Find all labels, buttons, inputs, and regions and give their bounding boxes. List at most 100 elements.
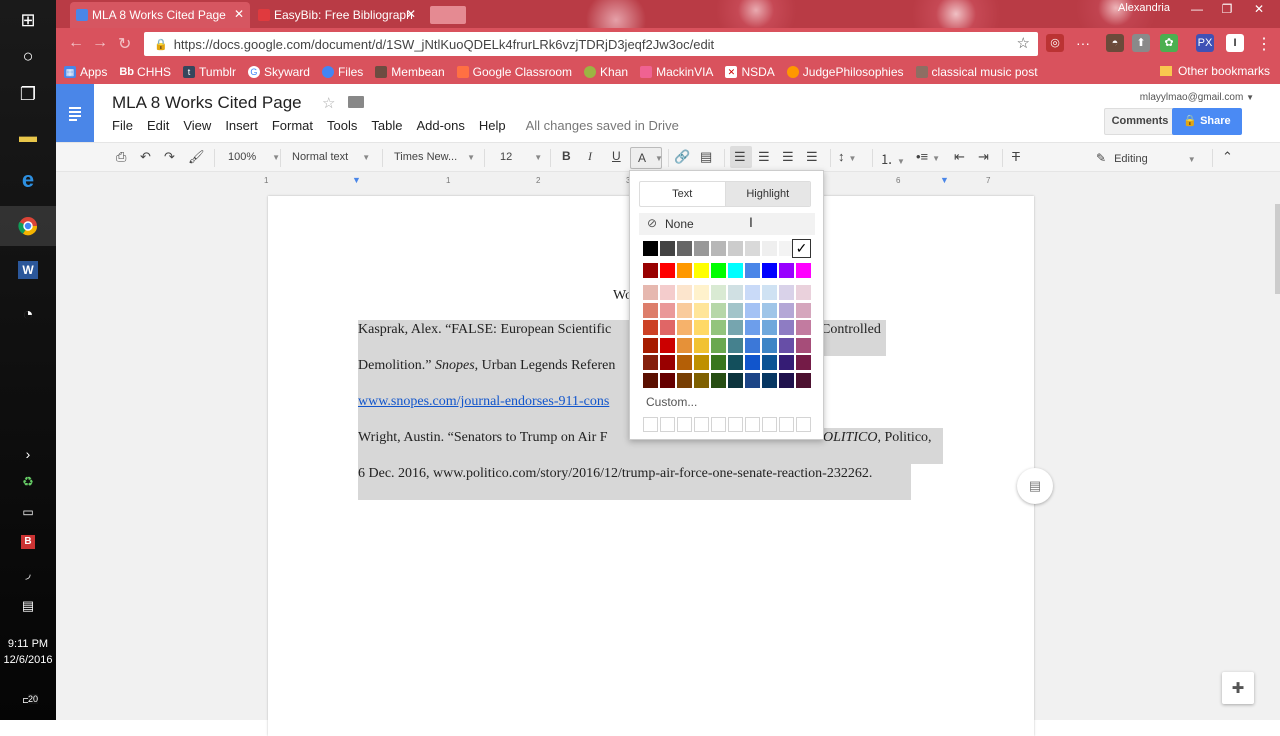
color-swatch[interactable] bbox=[779, 337, 794, 353]
new-tab-button[interactable] bbox=[430, 6, 466, 24]
bookmark-files[interactable]: Files bbox=[321, 65, 363, 79]
custom-color-slot[interactable] bbox=[711, 417, 726, 432]
forward-icon[interactable]: → bbox=[92, 34, 108, 52]
color-swatch[interactable] bbox=[728, 320, 743, 335]
none-color-option[interactable]: ⊘ None I bbox=[639, 213, 815, 235]
menu-add-ons[interactable]: Add-ons bbox=[416, 118, 464, 133]
numbered-list-icon[interactable]: ⒈ ▼ bbox=[880, 149, 905, 168]
custom-color-slot[interactable] bbox=[660, 417, 675, 432]
bulleted-list-icon[interactable]: •≡ ▼ bbox=[916, 149, 940, 164]
bookmark-apps[interactable]: ▦ Apps bbox=[64, 65, 107, 79]
color-swatch[interactable] bbox=[728, 285, 743, 300]
color-swatch[interactable] bbox=[762, 285, 777, 300]
left-indent-marker[interactable]: ▼ bbox=[352, 175, 361, 185]
share-button[interactable]: 🔒 Share bbox=[1172, 108, 1242, 135]
line-spacing-icon[interactable]: ↕ ▼ bbox=[838, 149, 856, 164]
color-swatch[interactable] bbox=[711, 285, 726, 300]
bookmark-tumblr[interactable]: t Tumblr bbox=[183, 65, 236, 79]
color-swatch[interactable] bbox=[677, 302, 692, 318]
color-swatch[interactable] bbox=[694, 302, 709, 318]
color-swatch[interactable] bbox=[762, 241, 777, 256]
taskbar-clock[interactable]: 9:11 PM 12/6/2016 bbox=[0, 636, 56, 668]
color-swatch[interactable] bbox=[711, 263, 726, 278]
color-swatch[interactable] bbox=[779, 372, 794, 388]
color-swatch[interactable] bbox=[660, 241, 675, 256]
color-swatch[interactable] bbox=[779, 355, 794, 370]
link-icon[interactable]: 🔗 bbox=[674, 149, 690, 165]
menu-edit[interactable]: Edit bbox=[147, 118, 169, 133]
tab-easybib[interactable]: EasyBib: Free Bibliograph ✕ bbox=[252, 2, 422, 28]
color-swatch[interactable] bbox=[796, 285, 811, 300]
menu-view[interactable]: View bbox=[183, 118, 211, 133]
docs-logo-icon[interactable] bbox=[56, 84, 94, 142]
decrease-indent-icon[interactable]: ⇤ bbox=[954, 149, 965, 165]
zoom-select[interactable]: 100% ▼ bbox=[228, 151, 280, 163]
color-swatch[interactable] bbox=[711, 302, 726, 318]
color-swatch[interactable] bbox=[643, 372, 658, 388]
custom-color-slot[interactable] bbox=[762, 417, 777, 432]
task-view-icon[interactable]: ❐ bbox=[0, 74, 56, 114]
color-swatch[interactable] bbox=[745, 241, 760, 256]
color-swatch[interactable] bbox=[745, 320, 760, 335]
word-icon[interactable]: W bbox=[0, 250, 56, 290]
scrollbar-thumb[interactable] bbox=[1275, 204, 1280, 294]
user-email[interactable]: mlayylmao@gmail.com ▼ bbox=[1140, 92, 1254, 103]
paint-format-icon[interactable]: 🖌 bbox=[188, 149, 205, 165]
color-swatch[interactable] bbox=[711, 241, 726, 256]
color-swatch[interactable] bbox=[643, 241, 658, 256]
color-swatch[interactable] bbox=[660, 320, 675, 335]
color-swatch[interactable] bbox=[762, 337, 777, 353]
other-bookmarks[interactable]: Other bookmarks bbox=[1159, 64, 1270, 78]
clear-formatting-icon[interactable]: T bbox=[1012, 149, 1020, 164]
notification-icon[interactable]: ▭20 bbox=[0, 680, 56, 720]
color-swatch[interactable] bbox=[745, 285, 760, 300]
bold-button[interactable]: B bbox=[562, 149, 571, 163]
menu-table[interactable]: Table bbox=[371, 118, 402, 133]
color-swatch[interactable] bbox=[728, 372, 743, 388]
more-dots-icon[interactable]: ··· bbox=[1074, 34, 1092, 52]
color-swatch[interactable] bbox=[762, 355, 777, 370]
increase-indent-icon[interactable]: ⇥ bbox=[978, 149, 989, 165]
custom-color-slot[interactable] bbox=[677, 417, 692, 432]
custom-color-slot[interactable] bbox=[643, 417, 658, 432]
custom-color-slot[interactable] bbox=[779, 417, 794, 432]
align-center-icon[interactable]: ☰ bbox=[758, 149, 770, 165]
color-swatch[interactable] bbox=[796, 372, 811, 388]
right-indent-marker[interactable]: ▼ bbox=[940, 175, 949, 185]
color-swatch[interactable] bbox=[711, 337, 726, 353]
back-icon[interactable]: ← bbox=[68, 34, 84, 52]
color-swatch[interactable] bbox=[677, 263, 692, 278]
extension-icon[interactable]: ⬆ bbox=[1132, 34, 1150, 52]
extension-icon[interactable]: ◓ bbox=[1106, 34, 1124, 52]
color-swatch[interactable] bbox=[762, 263, 777, 278]
collapse-menu-icon[interactable]: ⌃ bbox=[1222, 149, 1233, 165]
color-swatch[interactable] bbox=[728, 337, 743, 353]
bookmark-star-icon[interactable]: ☆ bbox=[1017, 34, 1030, 52]
bookmark-membean[interactable]: Membean bbox=[375, 65, 445, 79]
color-swatch[interactable] bbox=[643, 337, 658, 353]
color-swatch[interactable] bbox=[762, 372, 777, 388]
align-right-icon[interactable]: ☰ bbox=[782, 149, 794, 165]
comments-button[interactable]: Comments bbox=[1104, 108, 1176, 135]
color-swatch[interactable] bbox=[745, 302, 760, 318]
color-swatch[interactable] bbox=[643, 263, 658, 278]
color-swatch[interactable] bbox=[779, 285, 794, 300]
bookmark-nsda[interactable]: ✕ NSDA bbox=[725, 65, 775, 79]
color-swatch[interactable] bbox=[745, 337, 760, 353]
keyboard-icon[interactable]: ▤ bbox=[0, 586, 56, 626]
bookmark-mackinvia[interactable]: MackinVIA bbox=[640, 65, 713, 79]
redo-icon[interactable]: ↷ bbox=[164, 149, 175, 165]
color-swatch[interactable] bbox=[796, 320, 811, 335]
folder-icon[interactable] bbox=[348, 96, 364, 108]
color-swatch[interactable] bbox=[694, 372, 709, 388]
instapaper-icon[interactable]: I bbox=[1226, 34, 1244, 52]
color-swatch[interactable] bbox=[677, 241, 692, 256]
color-swatch[interactable] bbox=[660, 285, 675, 300]
color-swatch[interactable] bbox=[745, 263, 760, 278]
pixlr-extension-icon[interactable]: PX bbox=[1196, 34, 1214, 52]
color-swatch[interactable] bbox=[711, 372, 726, 388]
color-swatch[interactable] bbox=[660, 302, 675, 318]
bookmark-classical-music[interactable]: classical music post bbox=[915, 65, 1038, 79]
add-comment-icon[interactable]: ▤ bbox=[1017, 468, 1053, 504]
color-swatch[interactable] bbox=[728, 302, 743, 318]
